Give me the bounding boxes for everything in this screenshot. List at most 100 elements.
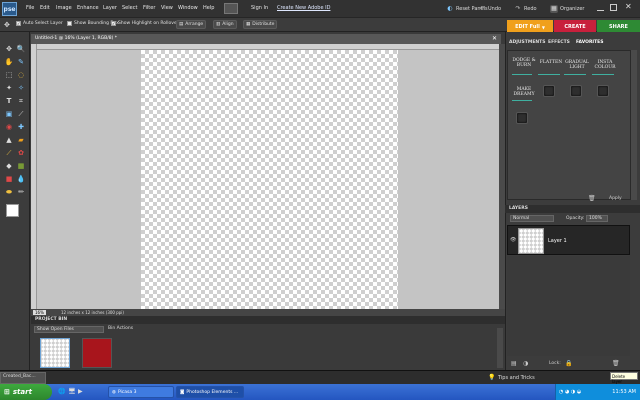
menu-view[interactable]: View xyxy=(161,5,173,11)
clone-stamp-tool-icon[interactable]: ▲ xyxy=(4,135,14,145)
effect-dodge-burn[interactable]: DODGE & BURN xyxy=(511,58,537,84)
blur-tool-icon[interactable]: 💧 xyxy=(16,174,26,184)
highlight-option[interactable]: ✓ Show Highlight on Rollover xyxy=(111,21,179,26)
document-tab[interactable]: Untitled-1 @ 16% (Layer 1, RGB/8) * ✕ xyxy=(31,34,501,44)
organizer-button[interactable]: ▦ Organizer xyxy=(550,3,584,15)
visibility-eye-icon[interactable]: 👁 xyxy=(510,237,516,243)
marquee-tool-icon[interactable]: ⬚ xyxy=(4,70,14,80)
trash-icon[interactable]: 🗑 xyxy=(588,195,596,202)
create-id-link[interactable]: Create New Adobe ID xyxy=(277,5,330,11)
red-eye-tool-icon[interactable]: ◉ xyxy=(4,122,14,132)
effect-flatten[interactable]: FLATTEN xyxy=(538,60,564,86)
menu-enhance[interactable]: Enhance xyxy=(77,5,99,11)
effect-insta-colour[interactable]: INSTA COLOUR xyxy=(592,60,618,86)
eraser-tool-icon[interactable]: ▰ xyxy=(16,135,26,145)
layer-row[interactable]: 👁 Layer 1 xyxy=(507,225,630,255)
auto-select-option[interactable]: ✓ Auto Select Layer xyxy=(16,21,63,26)
quick-selection-tool-icon[interactable]: ✧ xyxy=(16,83,26,93)
panel-scrollbar[interactable] xyxy=(631,50,637,200)
bin-thumbnail[interactable] xyxy=(40,338,70,368)
effect-gradual-light[interactable]: GRADUAL LIGHT xyxy=(564,60,590,86)
tab-adjustments[interactable]: ADJUSTMENTS xyxy=(509,40,546,48)
smart-brush-tool-icon[interactable]: ✿ xyxy=(16,148,26,158)
menu-layer[interactable]: Layer xyxy=(103,5,117,11)
document-canvas[interactable] xyxy=(141,50,398,309)
ie-icon[interactable]: 🌐 xyxy=(58,388,65,395)
new-layer-icon[interactable]: ▤ xyxy=(511,360,517,367)
project-bin-title: PROJECT BIN xyxy=(31,316,505,324)
auto-select-label: Auto Select Layer xyxy=(23,21,63,26)
gradient-tool-icon[interactable]: ▦ xyxy=(16,161,26,171)
adjustment-layer-icon[interactable]: ◑ xyxy=(523,360,528,367)
menu-filter[interactable]: Filter xyxy=(143,5,155,11)
tools-panel: ✥ 🔍 ✋ ✎ ⬚ ◌ ✦ ✧ T ⌗ ▣ ⟋ ◉ ✚ ▲ ▰ ⟋ ✿ ◆ ▦ … xyxy=(0,32,30,370)
windows-logo-icon: ⊞ xyxy=(4,388,10,396)
menu-select[interactable]: Select xyxy=(122,5,137,11)
delete-layer-icon[interactable]: 🗑 xyxy=(612,360,620,367)
start-button[interactable]: ⊞ start xyxy=(0,384,52,400)
bin-thumbnail[interactable] xyxy=(82,338,112,368)
bounding-box-checkbox[interactable] xyxy=(67,21,72,26)
opacity-field[interactable]: 100% xyxy=(586,215,608,222)
menu-edit[interactable]: Edit xyxy=(40,5,50,11)
sign-in-link[interactable]: Sign In xyxy=(251,5,268,11)
bin-show-select[interactable]: Show Open Files xyxy=(34,326,104,333)
pencil-tool-icon[interactable]: ✏ xyxy=(16,187,26,197)
menu-image[interactable]: Image xyxy=(56,5,72,11)
zoom-tool-icon[interactable]: 🔍 xyxy=(16,44,26,54)
layer-name[interactable]: Layer 1 xyxy=(548,238,567,244)
paint-bucket-tool-icon[interactable]: ◆ xyxy=(4,161,14,171)
media-icon[interactable]: ▶ xyxy=(78,388,83,395)
task-label: Picasa 3 xyxy=(117,389,137,395)
tray-icons[interactable]: ◔ ◕ ◑ ◒ xyxy=(559,389,581,395)
straighten-tool-icon[interactable]: ⟋ xyxy=(16,109,26,119)
sponge-tool-icon[interactable]: ⬬ xyxy=(4,187,14,197)
taskbar-task[interactable]: ◍ Picasa 3 xyxy=(108,386,174,398)
brush-tool-icon[interactable]: ⟋ xyxy=(4,148,14,158)
auto-select-checkbox[interactable]: ✓ xyxy=(16,21,21,26)
shape-tool-icon[interactable]: ■ xyxy=(4,174,14,184)
menu-help[interactable]: Help xyxy=(203,5,214,11)
screen-layout-button[interactable] xyxy=(224,3,238,14)
favorite-slot[interactable] xyxy=(543,85,555,97)
lock-icon[interactable]: 🔒 xyxy=(565,360,572,367)
eyedropper-tool-icon[interactable]: ✎ xyxy=(16,57,26,67)
organizer-label: Organizer xyxy=(560,6,585,12)
zoom-level[interactable]: 16% xyxy=(33,310,46,315)
magic-wand-tool-icon[interactable]: ✦ xyxy=(4,83,14,93)
lasso-tool-icon[interactable]: ◌ xyxy=(16,70,26,80)
spot-healing-tool-icon[interactable]: ✚ xyxy=(16,122,26,132)
taskbar-task[interactable]: ◙ Photoshop Elements ... xyxy=(176,386,244,398)
crop-tool-icon[interactable]: ⌗ xyxy=(16,96,26,106)
distribute-button[interactable]: ▦ Distribute xyxy=(243,20,278,29)
tab-effects[interactable]: EFFECTS xyxy=(548,40,570,48)
favorite-slot[interactable] xyxy=(597,85,609,97)
type-tool-icon[interactable]: T xyxy=(4,96,14,106)
minimize-icon[interactable] xyxy=(597,5,604,11)
move-tool-icon[interactable]: ✥ xyxy=(4,44,14,54)
arrange-button[interactable]: ▤ Arrange xyxy=(176,20,207,29)
tips-and-tricks-link[interactable]: Tips and Tricks xyxy=(498,375,535,381)
hand-tool-icon[interactable]: ✋ xyxy=(4,57,14,67)
bin-scrollbar[interactable] xyxy=(497,328,503,368)
align-button[interactable]: ▥ Align xyxy=(213,20,237,29)
redo-button[interactable]: ↷ Redo xyxy=(514,3,536,15)
undo-button[interactable]: ↶ Undo xyxy=(478,3,501,15)
menu-window[interactable]: Window xyxy=(178,5,198,11)
menu-file[interactable]: File xyxy=(26,5,34,11)
desktop-icon[interactable]: 🖥 xyxy=(68,388,76,395)
bin-actions-menu[interactable]: Bin Actions xyxy=(108,326,133,331)
minimized-window[interactable]: Created_Bac... xyxy=(0,372,46,384)
close-document-icon[interactable]: ✕ xyxy=(492,35,497,42)
highlight-checkbox[interactable]: ✓ xyxy=(111,21,116,26)
recompose-tool-icon[interactable]: ▣ xyxy=(4,109,14,119)
close-icon[interactable]: ✕ xyxy=(625,2,632,11)
undo-label: Undo xyxy=(488,6,502,12)
foreground-color-swatch[interactable] xyxy=(6,204,19,217)
blend-mode-select[interactable]: Normal xyxy=(510,215,554,222)
apply-button[interactable]: Apply xyxy=(609,196,622,201)
tab-favorites[interactable]: FAVORITES xyxy=(576,40,604,48)
favorite-slot[interactable] xyxy=(516,112,528,124)
maximize-icon[interactable] xyxy=(610,4,617,11)
favorite-slot[interactable] xyxy=(570,85,582,97)
